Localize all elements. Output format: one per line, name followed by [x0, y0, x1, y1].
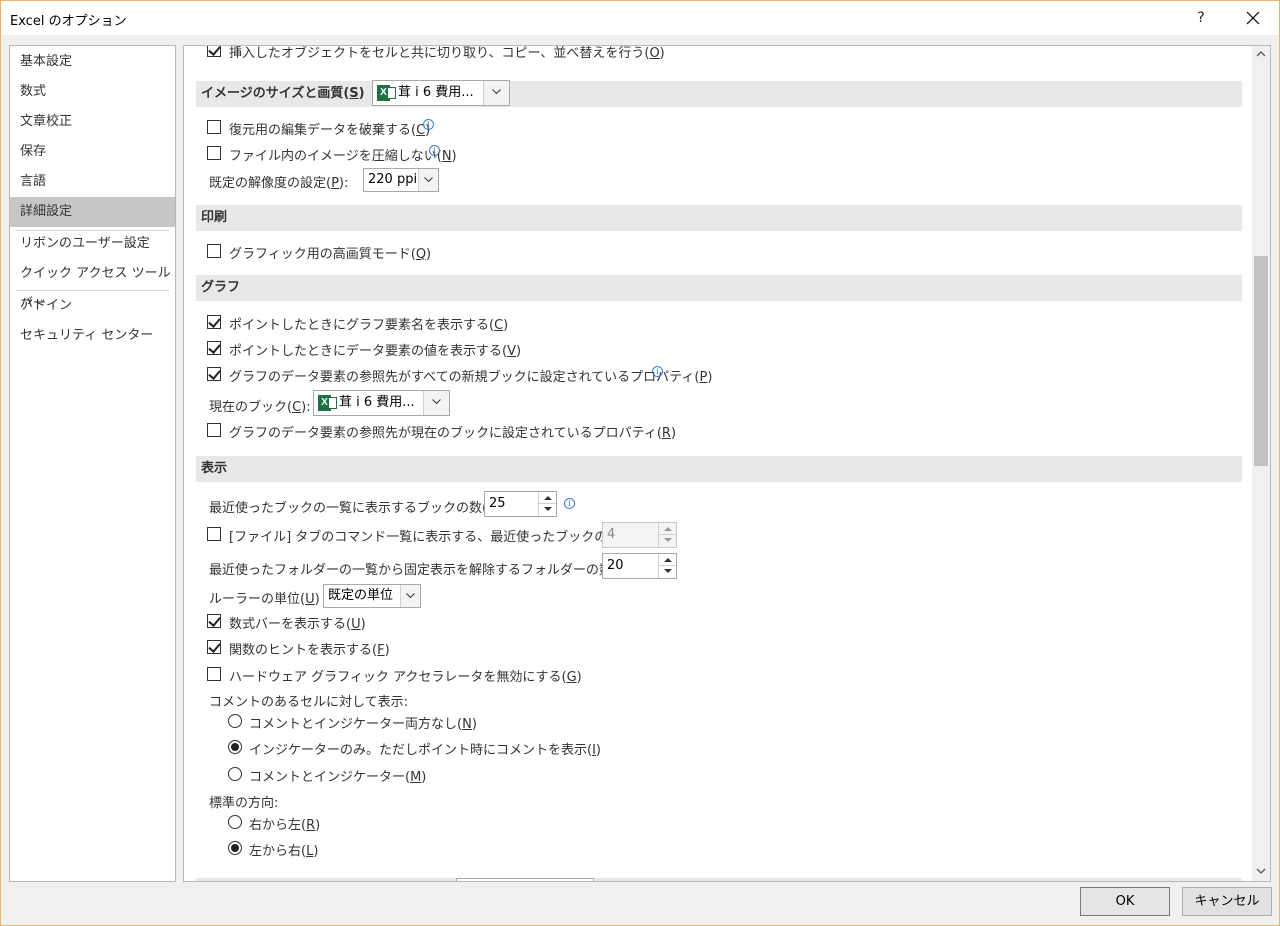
info-icon: i — [423, 119, 434, 130]
advanced-settings-panel: 挿入したオブジェクトをセルと共に切り取り、コピー、並べ替えを行う(O) イメージ… — [183, 45, 1271, 882]
sidebar-item-proofing[interactable]: 文章校正 — [10, 107, 175, 137]
sidebar-item-save[interactable]: 保存 — [10, 137, 175, 167]
spin-down-icon[interactable] — [659, 535, 676, 547]
disable-hw-acceleration-checkbox[interactable] — [207, 667, 221, 681]
properties-follow-all-new-workbooks-label: グラフのデータ要素の参照先がすべての新規ブックに設定されているプロパティ(P) — [229, 370, 713, 385]
properties-follow-current-workbook-checkbox[interactable] — [207, 423, 221, 437]
show-formula-bar-checkbox[interactable] — [207, 614, 221, 628]
scroll-down-icon[interactable] — [1256, 868, 1266, 874]
info-icon: i — [652, 366, 663, 377]
high-quality-graphics-checkbox[interactable] — [207, 244, 221, 258]
chevron-down-icon[interactable] — [423, 391, 449, 415]
show-data-point-values-label: ポイントしたときにデータ要素の値を表示する(V) — [229, 344, 522, 359]
spin-down-icon[interactable] — [539, 504, 556, 516]
show-chart-element-names-label: ポイントしたときにグラフ要素名を表示する(C) — [229, 318, 509, 333]
info-icon: i — [564, 498, 575, 509]
comments-display-label: コメントのあるセルに対して表示: — [209, 695, 408, 710]
ruler-units-select[interactable]: 既定の単位 — [323, 584, 421, 608]
show-function-screentips-label: 関数のヒントを表示する(F) — [229, 643, 390, 658]
section-chart: グラフ — [196, 275, 1242, 301]
default-direction-label: 標準の方向: — [209, 796, 279, 811]
do-not-compress-images-label: ファイル内のイメージを圧縮しない(N) — [229, 149, 457, 164]
high-quality-graphics-label: グラフィック用の高画質モード(Q) — [229, 247, 432, 262]
scroll-up-icon[interactable] — [1256, 51, 1266, 57]
do-not-compress-images-checkbox[interactable] — [207, 146, 221, 160]
ruler-units-label: ルーラーの単位(U) — [209, 592, 320, 607]
show-data-point-values-checkbox[interactable] — [207, 341, 221, 355]
image-workbook-combo[interactable]: X茸 i 6 費用... — [372, 80, 510, 106]
show-function-screentips-checkbox[interactable] — [207, 640, 221, 654]
sidebar-item-general[interactable]: 基本設定 — [10, 47, 175, 77]
file-tab-recent-checkbox[interactable] — [207, 527, 221, 541]
cut-copy-sort-objects-checkbox[interactable] — [207, 46, 221, 57]
sidebar-item-customize-ribbon[interactable]: リボンのユーザー設定 — [10, 229, 175, 259]
excel-workbook-icon: X — [318, 394, 337, 412]
close-icon — [1246, 11, 1260, 25]
properties-follow-all-new-workbooks-checkbox[interactable] — [207, 367, 221, 381]
section-print: 印刷 — [196, 205, 1242, 231]
direction-ltr-label: 左から右(L) — [249, 844, 319, 859]
partial-combo[interactable] — [456, 878, 594, 881]
section-display: 表示 — [196, 456, 1242, 482]
sidebar-item-addins[interactable]: アドイン — [10, 291, 175, 321]
vertical-scrollbar[interactable] — [1252, 46, 1270, 881]
current-workbook-combo[interactable]: X茸 i 6 費用... — [313, 390, 450, 416]
comment-and-indicator-label: コメントとインジケーター(M) — [249, 770, 427, 785]
comment-indicator-radio[interactable] — [228, 740, 242, 754]
default-resolution-select[interactable]: 220 ppi — [363, 168, 439, 192]
current-workbook-label: 現在のブック(C): — [209, 400, 311, 415]
window-title: Excel のオプション — [10, 14, 127, 29]
info-icon: i — [429, 145, 440, 156]
recent-workbooks-count-stepper[interactable]: 25 — [484, 491, 557, 517]
comment-none-radio[interactable] — [228, 714, 242, 728]
file-tab-recent-label: [ファイル] タブのコマンド一覧に表示する、最近使ったブックの数(Q): — [229, 530, 645, 545]
comment-none-label: コメントとインジケーター両方なし(N) — [249, 717, 477, 732]
discard-edit-data-label: 復元用の編集データを破棄する(C) — [229, 123, 431, 138]
spin-up-icon[interactable] — [659, 554, 676, 566]
recent-folders-unpin-label: 最近使ったフォルダーの一覧から固定表示を解除するフォルダーの数(F): — [209, 563, 634, 578]
excel-workbook-icon: X — [377, 84, 396, 102]
options-sidebar: 基本設定 数式 文章校正 保存 言語 詳細設定 リボンのユーザー設定 クイック … — [9, 45, 176, 882]
chevron-down-icon[interactable] — [400, 585, 420, 607]
recent-workbooks-count-label: 最近使ったブックの一覧に表示するブックの数(R): — [209, 501, 506, 516]
properties-follow-current-workbook-label: グラフのデータ要素の参照先が現在のブックに設定されているプロパティ(R) — [229, 426, 677, 441]
default-resolution-label: 既定の解像度の設定(P): — [209, 176, 349, 191]
spin-up-icon[interactable] — [659, 523, 676, 535]
close-button[interactable] — [1239, 5, 1267, 31]
cut-copy-sort-objects-label: 挿入したオブジェクトをセルと共に切り取り、コピー、並べ替えを行う(O) — [229, 46, 665, 61]
ok-button[interactable]: OK — [1080, 887, 1170, 916]
show-chart-element-names-checkbox[interactable] — [207, 315, 221, 329]
section-image-size-quality: イメージのサイズと画質(S) — [196, 81, 1242, 107]
show-formula-bar-label: 数式バーを表示する(U) — [229, 617, 366, 632]
spin-up-icon[interactable] — [539, 492, 556, 504]
discard-edit-data-checkbox[interactable] — [207, 120, 221, 134]
sidebar-item-language[interactable]: 言語 — [10, 167, 175, 197]
sidebar-item-quick-access-toolbar[interactable]: クイック アクセス ツール バー — [10, 259, 175, 311]
recent-folders-unpin-stepper[interactable]: 20 — [602, 553, 677, 579]
sidebar-item-advanced[interactable]: 詳細設定 — [10, 197, 175, 227]
disable-hw-acceleration-label: ハードウェア グラフィック アクセラレータを無効にする(G) — [229, 670, 582, 685]
comment-indicator-label: インジケーターのみ。ただしポイント時にコメントを表示(I) — [249, 743, 601, 758]
spin-down-icon[interactable] — [659, 566, 676, 578]
cancel-button[interactable]: キャンセル — [1182, 887, 1272, 916]
help-button[interactable]: ? — [1189, 5, 1213, 31]
comment-and-indicator-radio[interactable] — [228, 767, 242, 781]
section-next-partial — [196, 878, 1242, 881]
excel-options-dialog: Excel のオプション ? 基本設定 数式 文章校正 保存 言語 詳細設定 リ… — [0, 0, 1280, 926]
title-bar: Excel のオプション ? — [1, 1, 1279, 35]
scrollbar-thumb[interactable] — [1254, 256, 1268, 466]
file-tab-recent-stepper[interactable]: 4 — [602, 522, 677, 548]
direction-rtl-radio[interactable] — [228, 815, 242, 829]
sidebar-item-trust-center[interactable]: セキュリティ センター — [10, 321, 175, 351]
direction-ltr-radio[interactable] — [228, 841, 242, 855]
sidebar-item-formulas[interactable]: 数式 — [10, 77, 175, 107]
chevron-down-icon[interactable] — [483, 81, 509, 105]
direction-rtl-label: 右から左(R) — [249, 818, 321, 833]
chevron-down-icon[interactable] — [418, 169, 438, 191]
